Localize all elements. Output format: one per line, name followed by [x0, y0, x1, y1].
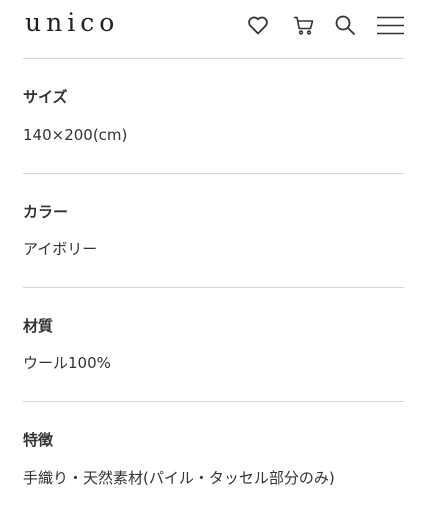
site-logo[interactable]: unico	[25, 6, 119, 40]
spec-value-size: 140×200(cm)	[23, 126, 128, 144]
spec-label-color: カラー	[23, 203, 69, 221]
spec-value-feature: 手織り・天然素材(パイル・タッセル部分のみ)	[23, 469, 335, 487]
search-icon[interactable]	[333, 13, 357, 37]
spec-value-material: ウール100%	[23, 354, 111, 372]
divider	[23, 287, 404, 288]
cart-icon[interactable]	[292, 13, 316, 37]
divider	[23, 58, 404, 59]
divider	[23, 401, 404, 402]
spec-value-color: アイボリー	[23, 240, 98, 258]
heart-icon[interactable]	[246, 13, 270, 37]
menu-icon[interactable]	[376, 13, 405, 37]
site-header: unico	[0, 0, 427, 48]
spec-label-feature: 特徴	[23, 431, 54, 449]
divider	[23, 173, 404, 174]
spec-label-size: サイズ	[23, 88, 68, 106]
spec-label-material: 材質	[23, 317, 54, 335]
